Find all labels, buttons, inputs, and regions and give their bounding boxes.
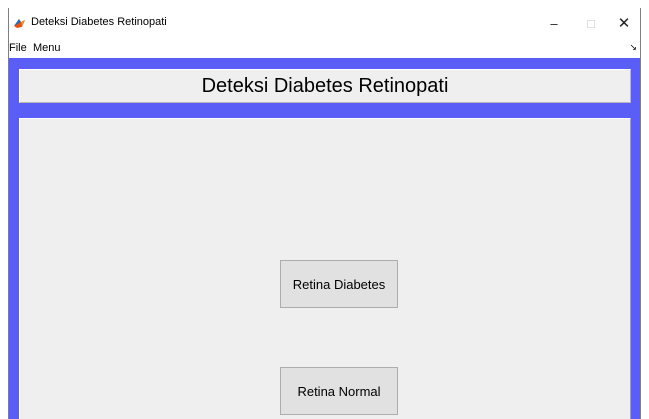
close-button[interactable]: ✕ bbox=[607, 8, 640, 38]
page-title: Deteksi Diabetes Retinopati bbox=[201, 74, 449, 97]
title-bar[interactable]: Deteksi Diabetes Retinopati – □ ✕ bbox=[9, 8, 640, 38]
maximize-button[interactable]: □ bbox=[574, 8, 608, 38]
toolbar-toggle-icon[interactable]: ↘ bbox=[629, 42, 637, 53]
minimize-button[interactable]: – bbox=[537, 8, 571, 38]
main-panel: Retina Diabetes Retina Normal bbox=[19, 118, 631, 419]
window-title: Deteksi Diabetes Retinopati bbox=[31, 16, 167, 28]
heading-panel: Deteksi Diabetes Retinopati bbox=[19, 69, 631, 103]
retina-normal-button[interactable]: Retina Normal bbox=[280, 367, 398, 415]
figure-area: Deteksi Diabetes Retinopati Retina Diabe… bbox=[9, 58, 640, 419]
menu-file[interactable]: File bbox=[9, 42, 27, 54]
retina-diabetes-button[interactable]: Retina Diabetes bbox=[280, 260, 398, 308]
menu-menu[interactable]: Menu bbox=[33, 42, 61, 54]
matlab-icon bbox=[13, 16, 26, 29]
app-window: Deteksi Diabetes Retinopati – □ ✕ File M… bbox=[8, 8, 641, 419]
menu-bar: File Menu ↘ bbox=[9, 38, 640, 58]
